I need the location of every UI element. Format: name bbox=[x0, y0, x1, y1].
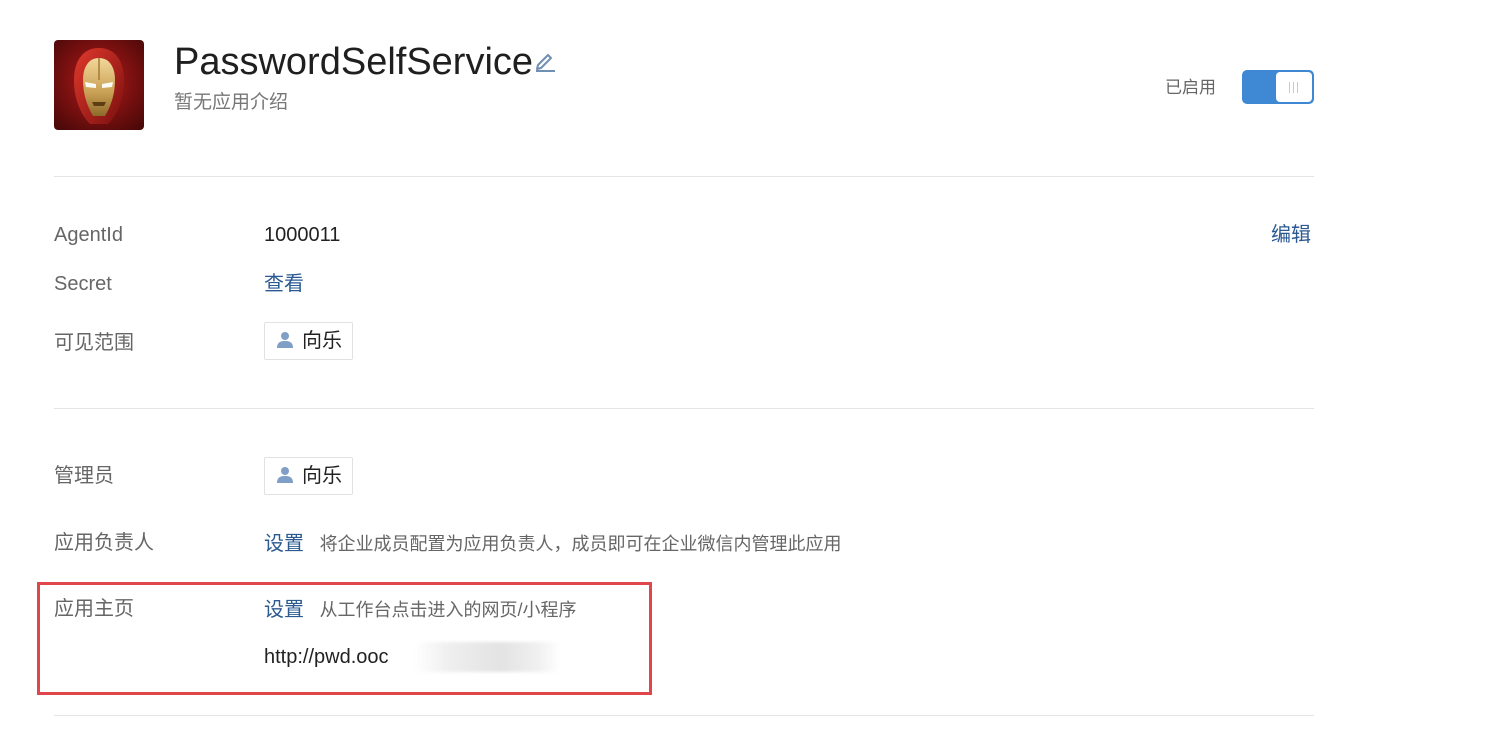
owner-set-link[interactable]: 设置 bbox=[264, 533, 304, 555]
admin-label: 管理员 bbox=[54, 465, 114, 487]
person-icon bbox=[277, 332, 293, 348]
owner-label: 应用负责人 bbox=[54, 532, 154, 554]
secret-label: Secret bbox=[54, 273, 112, 295]
app-detail-page: PasswordSelfService 暂无应用介绍 已启用 AgentId 1… bbox=[0, 0, 1486, 733]
edit-link[interactable]: 编辑 bbox=[1271, 221, 1311, 249]
divider bbox=[54, 408, 1314, 409]
owner-row: 设置 将企业成员配置为应用负责人，成员即可在企业微信内管理此应用 bbox=[264, 530, 842, 558]
enable-toggle[interactable] bbox=[1242, 70, 1314, 104]
agentid-value: 1000011 bbox=[264, 224, 341, 246]
app-name: PasswordSelfService bbox=[174, 41, 534, 83]
divider bbox=[54, 715, 1314, 716]
visibility-member-chip[interactable]: 向乐 bbox=[264, 322, 353, 360]
highlight-annotation bbox=[37, 582, 652, 695]
divider bbox=[54, 176, 1314, 177]
toggle-knob bbox=[1276, 72, 1312, 102]
status-label: 已启用 bbox=[1165, 78, 1216, 97]
view-secret-link[interactable]: 查看 bbox=[264, 270, 304, 298]
agentid-label: AgentId bbox=[54, 224, 123, 246]
person-icon bbox=[277, 467, 293, 483]
owner-hint: 将企业成员配置为应用负责人，成员即可在企业微信内管理此应用 bbox=[319, 534, 842, 554]
visibility-label: 可见范围 bbox=[54, 332, 134, 354]
member-name: 向乐 bbox=[302, 465, 342, 487]
app-logo-icon bbox=[54, 40, 144, 130]
edit-pencil-icon[interactable] bbox=[533, 52, 557, 72]
app-description: 暂无应用介绍 bbox=[174, 92, 289, 113]
admin-member-chip[interactable]: 向乐 bbox=[264, 457, 353, 495]
member-name: 向乐 bbox=[302, 330, 342, 352]
